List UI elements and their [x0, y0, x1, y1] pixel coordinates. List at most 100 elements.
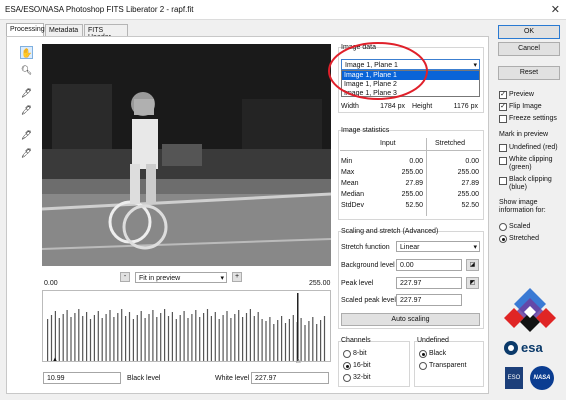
tab-processing[interactable]: Processing	[6, 23, 45, 36]
stretch-function-label: Stretch function	[341, 244, 390, 251]
preview-photo	[42, 44, 331, 266]
histogram-bar	[238, 310, 240, 361]
table-row: Max 255.00 255.00	[341, 169, 479, 176]
auto-scaling-button[interactable]: Auto scaling	[341, 313, 480, 326]
histogram-bar	[214, 312, 216, 361]
histogram-bar	[206, 309, 209, 361]
zoom-select[interactable]: Fit in preview ▾	[135, 272, 227, 283]
close-icon[interactable]: ✕	[551, 3, 560, 16]
histogram-bar	[50, 315, 53, 361]
tab-fits-header[interactable]: FITS Header	[84, 24, 128, 41]
histogram-bar	[312, 317, 314, 361]
freeze-settings-label: Freeze settings	[509, 115, 557, 122]
histogram-bar	[136, 315, 138, 361]
histogram-bar	[269, 317, 271, 361]
undefined-red-checkbox[interactable]	[499, 144, 507, 152]
cancel-button[interactable]: Cancel	[498, 42, 560, 56]
histogram-bar	[297, 293, 299, 361]
freeze-settings-checkbox[interactable]	[499, 115, 507, 123]
scaled-radio[interactable]	[499, 223, 507, 231]
histogram-bar	[156, 317, 158, 361]
annotation-ellipse	[328, 42, 428, 100]
flip-image-checkbox[interactable]: ✓	[499, 103, 507, 111]
fits-liberator-logo-icon	[504, 288, 556, 332]
tab-metadata[interactable]: Metadata	[45, 24, 83, 36]
preview-checkbox[interactable]: ✓	[499, 91, 507, 99]
background-level-input[interactable]: 0.00	[396, 259, 462, 271]
histogram-bar	[97, 311, 99, 361]
background-level-label: Background level	[341, 262, 395, 269]
histogram-bar	[128, 312, 131, 361]
histogram-bar	[132, 319, 134, 361]
histogram-bar	[230, 318, 232, 361]
histogram-bar	[171, 312, 173, 361]
zoom-in-button[interactable]: +	[232, 272, 242, 282]
histogram-bar	[265, 321, 267, 361]
black-clipping-checkbox[interactable]	[499, 177, 507, 185]
histogram-bar	[183, 311, 185, 361]
chevron-down-icon: ▾	[220, 275, 224, 282]
height-value: 1176 px	[453, 103, 478, 110]
histogram-min-label: 0.00	[44, 280, 58, 287]
peak-level-input[interactable]: 227.97	[396, 277, 462, 289]
stretch-function-select[interactable]: Linear ▾	[396, 241, 480, 252]
stretched-radio[interactable]	[499, 235, 507, 243]
peak-level-label: Peak level	[341, 280, 374, 287]
black-level-input[interactable]: 10.99	[43, 372, 121, 384]
esa-logo: esa	[504, 340, 559, 357]
undefined-red-label: Undefined (red)	[509, 144, 558, 151]
image-preview[interactable]	[42, 44, 331, 266]
flip-image-label: Flip Image	[509, 103, 542, 110]
black-point-slider-icon[interactable]: ▲	[52, 357, 58, 363]
scaling-title: Scaling and stretch (Advanced)	[341, 228, 439, 235]
histogram-bar	[121, 309, 123, 361]
peak-picker-icon[interactable]: ◩	[466, 277, 479, 289]
histogram-bar	[284, 323, 287, 361]
chevron-down-icon: ▾	[473, 244, 477, 251]
histogram-bar	[300, 318, 302, 361]
histogram[interactable]	[42, 290, 331, 362]
white-level-input[interactable]: 227.97	[251, 372, 329, 384]
statistics-title: Image statistics	[341, 127, 390, 134]
black-clipping-label: Black clipping (blue)	[509, 176, 552, 191]
undefined-transparent-radio[interactable]	[419, 362, 427, 370]
histogram-bar	[175, 319, 177, 361]
histogram-bar	[148, 314, 150, 361]
scaled-peak-input[interactable]: 227.97	[396, 294, 462, 306]
channel-32bit-radio[interactable]	[343, 374, 351, 382]
background-picker-icon[interactable]: ◪	[466, 259, 479, 271]
width-label: Width	[341, 103, 359, 110]
histogram-bar	[89, 319, 92, 361]
width-value: 1784 px	[380, 103, 405, 110]
white-point-slider-icon[interactable]: △	[296, 357, 301, 364]
white-clipping-label: White clipping (green)	[509, 156, 553, 171]
histogram-bar	[179, 315, 181, 361]
histogram-bar	[47, 319, 49, 361]
reset-button[interactable]: Reset	[498, 66, 560, 80]
channel-16bit-label: 16-bit	[353, 362, 371, 369]
white-level-label: White level	[215, 375, 250, 382]
eyedropper-background-icon[interactable]: 🖋︎	[20, 129, 33, 142]
histogram-bar	[93, 315, 95, 361]
channel-8bit-radio[interactable]	[343, 350, 351, 358]
window-title: ESA/ESO/NASA Photoshop FITS Liberator 2 …	[5, 5, 194, 14]
white-clipping-checkbox[interactable]	[499, 157, 507, 165]
histogram-bar	[62, 314, 64, 361]
table-row: Min 0.00 0.00	[341, 158, 479, 165]
histogram-bar	[117, 313, 119, 361]
undefined-transparent-label: Transparent	[429, 362, 467, 369]
stretched-label: Stretched	[509, 235, 539, 242]
eyedropper-black-icon[interactable]: 🖋︎	[20, 87, 33, 100]
eyedropper-peak-icon[interactable]: 🖊︎	[20, 147, 33, 160]
ok-button[interactable]: OK	[498, 25, 560, 39]
eyedropper-white-icon[interactable]: 🖊︎	[20, 104, 33, 117]
zoom-out-button[interactable]: -	[120, 272, 130, 282]
undefined-black-radio[interactable]	[419, 350, 427, 358]
zoom-tool-icon[interactable]: 🔍︎	[20, 64, 33, 77]
histogram-bar	[320, 320, 322, 361]
histogram-bar	[245, 313, 248, 361]
stats-rows: Min 0.00 0.00 Max 255.00 255.00 Mean 27.…	[341, 158, 481, 213]
channel-16bit-radio[interactable]	[343, 362, 351, 370]
hand-tool-icon[interactable]: ✋	[20, 46, 33, 59]
histogram-bar	[125, 316, 127, 361]
